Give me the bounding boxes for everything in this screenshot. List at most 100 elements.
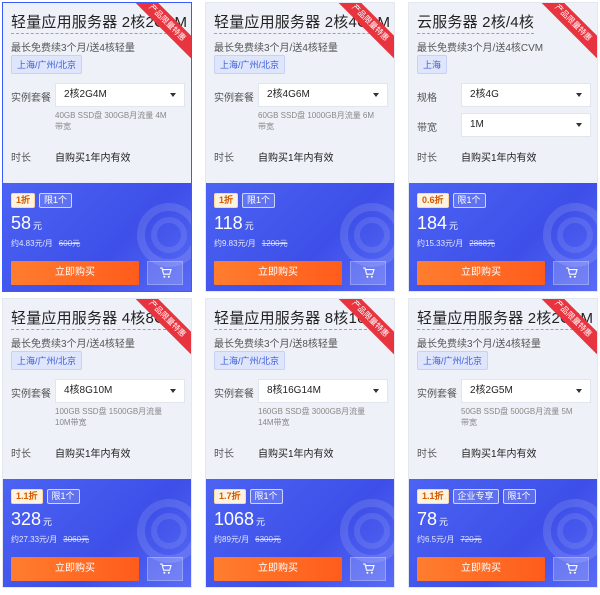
region-tag: 上海/广州/北京 (417, 351, 489, 370)
monthly-text: 约15.33元/月 (417, 239, 464, 248)
option-select[interactable]: 2核2G5M (461, 379, 591, 403)
limit-badge: 限1个 (46, 489, 80, 504)
option-select[interactable]: 2核2G4M (55, 83, 185, 107)
decor-ring (354, 513, 390, 549)
add-to-cart-button[interactable] (147, 557, 183, 581)
spec-text: 160GB SSD盘 3000GB月流量 14M带宽 (258, 407, 366, 427)
limit-badge: 限1个 (242, 193, 276, 208)
option-label: 实例套餐 (11, 93, 51, 104)
product-card: 轻量应用服务器 2核2G5M 最长免费续3个月/送4核轻量 上海/广州/北京 产品限量… (408, 298, 598, 588)
option-value: 1M (470, 119, 484, 130)
badge-group: 1.1折 限1个 (11, 489, 80, 504)
buy-now-button[interactable]: 立即购买 (11, 261, 139, 285)
price-value: 328 元 (11, 509, 52, 530)
option-select[interactable]: 8核16G14M (258, 379, 388, 403)
duration-value: 自购买1年内有效 (258, 153, 334, 164)
spec-text: 50GB SSD盘 500GB月流量 5M带宽 (461, 407, 573, 427)
option-value: 2核2G4M (64, 89, 107, 100)
buy-now-button[interactable]: 立即购买 (417, 261, 545, 285)
chevron-down-icon (576, 389, 582, 393)
price-value: 118 元 (214, 213, 254, 234)
product-subtitle: 最长免费续3个月/送8核轻量 (214, 339, 338, 350)
spec-text: 60GB SSD盘 1000GB月流量 6M带宽 (258, 111, 375, 131)
shopping-cart-icon (362, 563, 375, 578)
badge-group: 1.7折 限1个 (214, 489, 283, 504)
region-tag: 上海 (417, 55, 448, 74)
option-label: 实例套餐 (214, 389, 254, 400)
limit-badge: 限1个 (249, 489, 283, 504)
duration-value: 自购买1年内有效 (258, 449, 334, 460)
discount-badge: 1折 (214, 193, 239, 208)
monthly-price: 约89元/月 6300元 (214, 534, 281, 545)
add-to-cart-button[interactable] (350, 557, 386, 581)
option-select[interactable]: 2核4G6M (258, 83, 388, 107)
discount-badge: 0.6折 (417, 193, 449, 208)
buy-now-button[interactable]: 立即购买 (11, 557, 139, 581)
price-number: 78 (417, 509, 438, 529)
product-card: 轻量应用服务器 8核16G 最长免费续3个月/送8核轻量 上海/广州/北京 产品限量特… (205, 298, 395, 588)
option-value: 2核4G6M (267, 89, 310, 100)
chevron-down-icon (576, 123, 582, 127)
product-title[interactable]: 云服务器 2核/4核 (417, 11, 535, 34)
product-card: 轻量应用服务器 2核4G6M 最长免费续3个月/送4核轻量 上海/广州/北京 产品限量… (205, 2, 395, 292)
buy-now-button[interactable]: 立即购买 (214, 261, 342, 285)
monthly-price: 约9.83元/月 1200元 (214, 238, 288, 249)
duration-label: 时长 (417, 449, 437, 460)
option-label: 实例套餐 (214, 93, 254, 104)
add-to-cart-button[interactable] (553, 261, 589, 285)
buy-now-button[interactable]: 立即购买 (214, 557, 342, 581)
add-to-cart-button[interactable] (553, 557, 589, 581)
original-price: 6300元 (255, 535, 281, 544)
option-label: 规格 (417, 93, 437, 104)
decor-ring (151, 513, 187, 549)
original-price: 1200元 (261, 239, 288, 248)
spec-text: 100GB SSD盘 1500GB月流量 10M带宽 (55, 407, 163, 427)
discount-badge: 1.7折 (214, 489, 246, 504)
shopping-cart-icon (362, 267, 375, 282)
product-card: 轻量应用服务器 4核8G 最长免费续3个月/送4核轻量 上海/广州/北京 产品限量特惠… (2, 298, 192, 588)
monthly-text: 约9.83元/月 (214, 239, 256, 248)
buy-now-button[interactable]: 立即购买 (417, 557, 545, 581)
original-price: 600元 (58, 239, 81, 248)
monthly-text: 约6.5元/月 (417, 535, 455, 544)
decor-ring (557, 217, 593, 253)
option-select[interactable]: 1M (461, 113, 591, 137)
duration-label: 时长 (214, 153, 234, 164)
region-tag: 上海/广州/北京 (214, 55, 286, 74)
price-panel: 0.6折 限1个 184 元约15.33元/月 2868元立即购买 (409, 183, 597, 291)
product-subtitle: 最长免费续3个月/送4核CVM (417, 43, 544, 54)
option-value: 2核2G5M (470, 385, 513, 396)
original-price: 3060元 (63, 535, 90, 544)
duration-label: 时长 (11, 153, 31, 164)
price-unit: 元 (439, 517, 449, 527)
limit-badge: 企业专享 (452, 489, 499, 504)
original-price: 720元 (460, 535, 482, 544)
option-select[interactable]: 2核4G (461, 83, 591, 107)
price-panel: 1.1折 限1个 328 元约27.33元/月 3060元立即购买 (3, 479, 191, 587)
shopping-cart-icon (159, 267, 172, 282)
price-value: 184 元 (417, 213, 458, 234)
badge-group: 0.6折 限1个 (417, 193, 486, 208)
monthly-price: 约15.33元/月 2868元 (417, 238, 495, 249)
duration-value: 自购买1年内有效 (461, 449, 537, 460)
chevron-down-icon (373, 93, 379, 97)
shopping-cart-icon (565, 563, 578, 578)
chevron-down-icon (170, 389, 176, 393)
product-subtitle: 最长免费续3个月/送4核轻量 (214, 43, 338, 54)
shopping-cart-icon (159, 563, 172, 578)
chevron-down-icon (170, 93, 176, 97)
add-to-cart-button[interactable] (147, 261, 183, 285)
chevron-down-icon (373, 389, 379, 393)
price-panel: 1折 限1个 118 元约9.83元/月 1200元立即购买 (206, 183, 394, 291)
price-number: 58 (11, 213, 32, 233)
price-number: 1068 (214, 509, 255, 529)
monthly-text: 约27.33元/月 (11, 535, 58, 544)
limit-badge: 限1个 (39, 193, 73, 208)
option-label: 实例套餐 (417, 389, 457, 400)
option-select[interactable]: 4核8G10M (55, 379, 185, 403)
product-title[interactable]: 轻量应用服务器 4核8G (11, 307, 166, 330)
promo-ribbon: 产品限量特惠 (531, 3, 597, 65)
add-to-cart-button[interactable] (350, 261, 386, 285)
price-unit: 元 (244, 221, 254, 231)
badge-group: 1折 限1个 (214, 193, 276, 208)
